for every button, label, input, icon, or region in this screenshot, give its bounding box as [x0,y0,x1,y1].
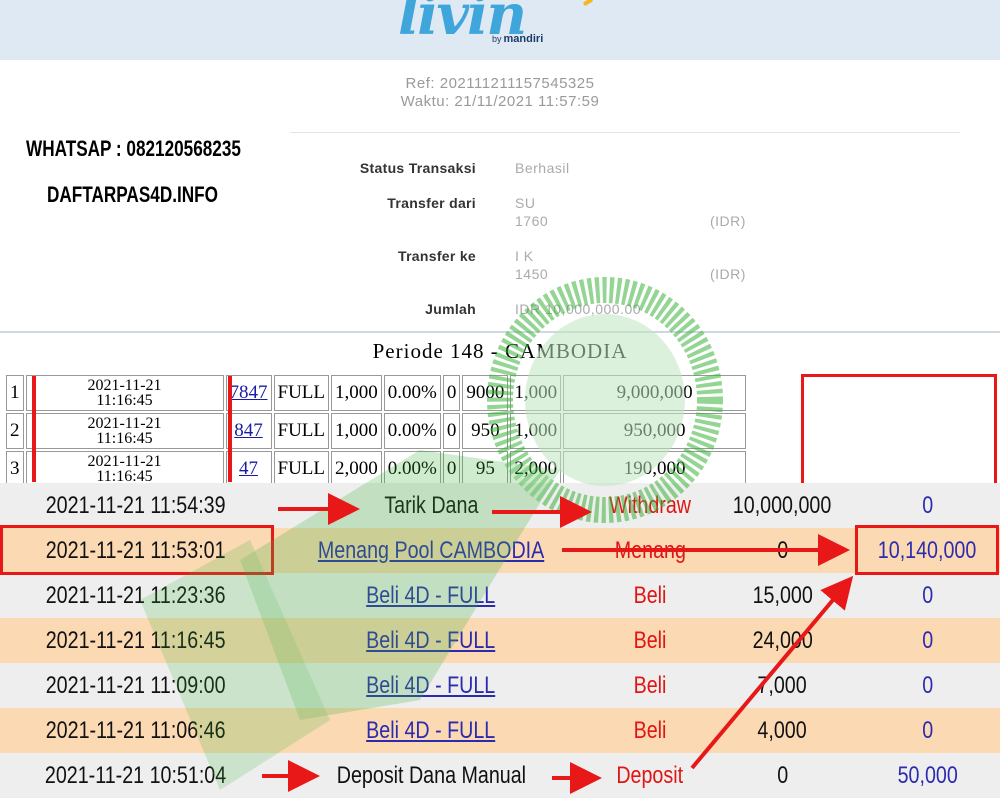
watermark-logo [140,277,723,790]
arrow-icon [690,575,854,770]
annotation-layer [140,277,854,794]
